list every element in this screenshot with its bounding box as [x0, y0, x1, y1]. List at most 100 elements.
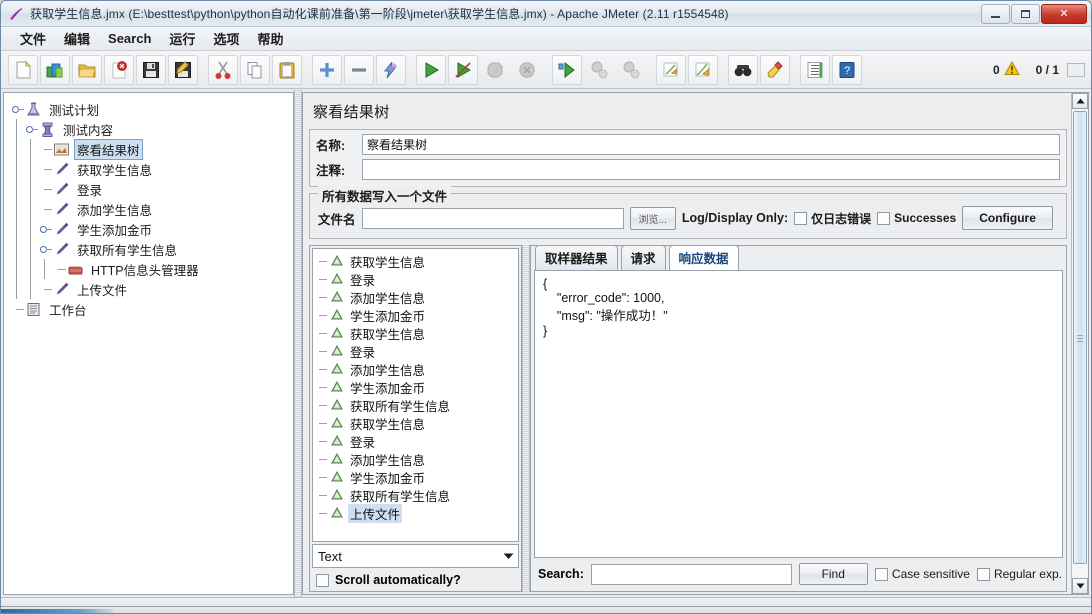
toolbar-save-as[interactable]: [168, 54, 198, 85]
filename-input[interactable]: [361, 207, 624, 229]
toolbar-clear[interactable]: [656, 54, 686, 85]
toolbar-search[interactable]: [728, 54, 758, 85]
tab-request[interactable]: 请求: [620, 245, 666, 270]
menu-options[interactable]: 选项: [204, 27, 248, 50]
case-sensitive-checkbox[interactable]: Case sensitive: [874, 567, 970, 581]
find-button[interactable]: Find: [798, 563, 868, 585]
list-item[interactable]: 上传文件: [317, 503, 518, 523]
test-plan-tree-panel[interactable]: 测试计划 测试内容 察看结果树 获取学生信息 登录 添加学生信息 学生添加金币 …: [3, 92, 294, 595]
list-item[interactable]: 获取学生信息: [317, 414, 518, 432]
tree-line: [10, 239, 24, 259]
toolbar-help[interactable]: ?: [832, 54, 862, 85]
scroll-down-button[interactable]: [1072, 578, 1088, 594]
checkbox-box[interactable]: [874, 567, 888, 581]
expander-icon[interactable]: [10, 99, 24, 119]
tree-node-header-manager[interactable]: HTTP信息头管理器: [10, 259, 293, 279]
tree-node-http-sampler-4[interactable]: 学生添加金币: [10, 219, 293, 239]
list-item[interactable]: 获取学生信息: [317, 252, 518, 270]
warning-indicator[interactable]: 0: [993, 60, 1020, 79]
http-sampler-icon: [52, 160, 71, 178]
browse-button[interactable]: 浏览...: [629, 206, 676, 230]
maximize-button[interactable]: [1011, 3, 1040, 24]
name-input[interactable]: 察看结果树: [362, 134, 1060, 155]
errors-only-checkbox[interactable]: 仅日志错误: [794, 210, 871, 227]
menu-edit[interactable]: 编辑: [55, 27, 99, 50]
minimize-button[interactable]: [981, 3, 1010, 24]
scrollbar-track[interactable]: [1072, 109, 1088, 578]
expander-icon[interactable]: [38, 219, 52, 239]
toolbar-tree-group: [311, 54, 407, 85]
checkbox-box[interactable]: [877, 211, 891, 225]
toolbar-start-no-pauses[interactable]: [448, 54, 478, 85]
toolbar-collapse[interactable]: [344, 54, 374, 85]
toolbar-function-helper[interactable]: [800, 54, 830, 85]
toolbar-search-reset[interactable]: [760, 54, 790, 85]
toolbar-cut[interactable]: [208, 54, 238, 85]
toolbar-remote-shutdown: [616, 55, 646, 85]
toolbar-clear-all[interactable]: [688, 54, 718, 85]
toolbar-close[interactable]: [104, 54, 134, 85]
menu-file[interactable]: 文件: [11, 27, 55, 50]
tree-node-http-sampler-5[interactable]: 获取所有学生信息: [10, 239, 293, 259]
tab-response-data[interactable]: 响应数据: [668, 245, 739, 271]
list-item[interactable]: 学生添加金币: [317, 306, 518, 324]
toolbar-open[interactable]: [72, 54, 102, 85]
tab-sampler-result[interactable]: 取样器结果: [535, 245, 618, 270]
list-item[interactable]: 获取学生信息: [317, 324, 518, 342]
checkbox-box[interactable]: [976, 567, 990, 581]
toolbar-expand[interactable]: [312, 54, 342, 85]
test-plan-icon: [24, 100, 43, 118]
menu-search[interactable]: Search: [99, 29, 160, 48]
expander-icon[interactable]: [38, 239, 52, 259]
toolbar-new[interactable]: [8, 54, 38, 85]
right-panel-scrollbar[interactable]: [1071, 93, 1088, 594]
toolbar-status: 0 0 / 1: [993, 51, 1085, 88]
scroll-automatically-checkbox[interactable]: Scroll automatically?: [310, 570, 521, 591]
search-input[interactable]: [590, 563, 792, 585]
tree-node-workbench[interactable]: 工作台: [10, 299, 293, 319]
results-list[interactable]: 获取学生信息 登录 添加学生信息 学生添加金币 获取学生信息 登录 添加学生信息…: [312, 248, 519, 542]
close-button[interactable]: ✕: [1041, 3, 1087, 24]
list-item[interactable]: 学生添加金币: [317, 378, 518, 396]
tree-node-http-sampler-1[interactable]: 获取学生信息: [10, 159, 293, 179]
toolbar-save[interactable]: [136, 54, 166, 85]
toolbar-remote-start[interactable]: [552, 54, 582, 85]
main-splitter-handle[interactable]: [294, 90, 302, 597]
toolbar-paste[interactable]: [272, 54, 302, 85]
configure-button[interactable]: Configure: [962, 206, 1053, 230]
list-item[interactable]: 获取所有学生信息: [317, 396, 518, 414]
toolbar-start[interactable]: [416, 54, 446, 85]
tree-node-http-sampler-3[interactable]: 添加学生信息: [10, 199, 293, 219]
list-item[interactable]: 学生添加金币: [317, 468, 518, 486]
tree-node-thread-group[interactable]: 测试内容: [10, 119, 293, 139]
list-item[interactable]: 登录: [317, 342, 518, 360]
toolbar-copy[interactable]: [240, 54, 270, 85]
list-item[interactable]: 添加学生信息: [317, 360, 518, 378]
list-item[interactable]: 登录: [317, 432, 518, 450]
checkbox-box[interactable]: [316, 573, 329, 587]
checkbox-box[interactable]: [794, 211, 808, 225]
chevron-down-icon[interactable]: [498, 545, 518, 567]
tree-node-test-plan[interactable]: 测试计划: [10, 99, 293, 119]
list-item[interactable]: 添加学生信息: [317, 288, 518, 306]
comment-input[interactable]: [362, 159, 1060, 180]
menu-help[interactable]: 帮助: [248, 27, 292, 50]
list-item[interactable]: 获取所有学生信息: [317, 486, 518, 504]
tree-node-http-sampler-2[interactable]: 登录: [10, 179, 293, 199]
scrollbar-thumb[interactable]: [1073, 111, 1087, 564]
list-item[interactable]: 登录: [317, 270, 518, 288]
toolbar-toggle[interactable]: [376, 54, 406, 85]
successes-checkbox[interactable]: Successes: [877, 211, 956, 225]
response-data-view[interactable]: { "error_code": 1000, "msg": "操作成功！" }: [534, 270, 1063, 558]
toolbar-templates[interactable]: [40, 54, 70, 85]
results-splitter-handle[interactable]: [522, 245, 530, 592]
expander-icon[interactable]: [24, 119, 38, 139]
workbench-icon: [24, 300, 43, 318]
menu-run[interactable]: 运行: [160, 27, 204, 50]
tree-node-view-results-tree[interactable]: 察看结果树: [10, 138, 293, 160]
regular-exp-checkbox[interactable]: Regular exp.: [976, 567, 1062, 581]
tree-node-http-sampler-6[interactable]: 上传文件: [10, 279, 293, 299]
list-item[interactable]: 添加学生信息: [317, 450, 518, 468]
renderer-select[interactable]: Text: [312, 544, 519, 568]
scroll-up-button[interactable]: [1072, 93, 1088, 109]
